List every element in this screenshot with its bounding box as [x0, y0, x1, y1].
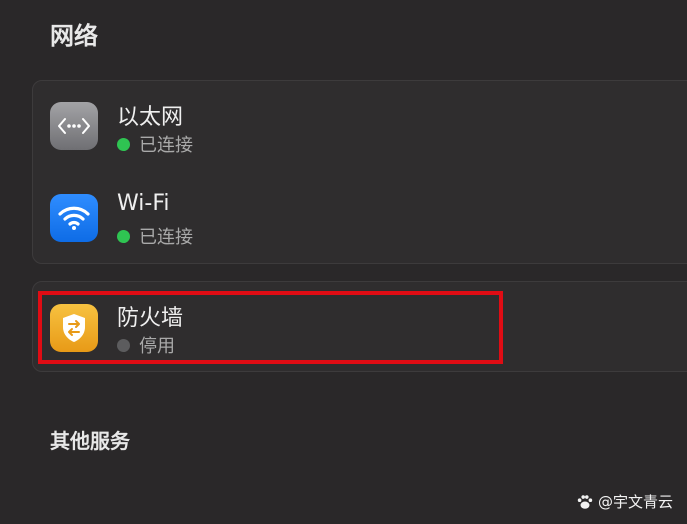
wifi-name: Wi-Fi	[117, 191, 170, 216]
wifi-status: 已连接	[117, 223, 193, 249]
wifi-icon	[50, 194, 98, 242]
status-connected-dot	[117, 229, 130, 243]
other-services-title: 其他服务	[50, 429, 130, 453]
watermark: @宇文青云	[576, 491, 673, 512]
network-item-wifi[interactable]: Wi-Fi 已连接	[33, 173, 687, 265]
ethernet-status: 已连接	[117, 131, 193, 157]
network-services-group: 以太网 已连接 Wi-Fi 已连接	[32, 80, 687, 264]
firewall-shield-icon	[50, 304, 98, 352]
ethernet-icon	[50, 102, 98, 150]
firewall-status: 停用	[117, 332, 175, 358]
network-settings-page: 网络 以太网 已连接 Wi-Fi 已连接 防火墙 停用 其他服务 @宇文青云	[0, 0, 687, 524]
firewall-name: 防火墙	[117, 306, 184, 331]
watermark-text: @宇文青云	[597, 493, 673, 511]
firewall-group: 防火墙 停用	[32, 281, 687, 372]
network-item-ethernet[interactable]: 以太网 已连接	[33, 81, 687, 173]
ethernet-name: 以太网	[117, 105, 184, 130]
wifi-status-text: 已连接	[139, 227, 193, 248]
paw-icon	[577, 494, 593, 509]
status-connected-dot	[117, 137, 130, 151]
firewall-status-text: 停用	[139, 336, 175, 357]
network-section-title: 网络	[50, 22, 98, 50]
status-disabled-dot	[117, 338, 130, 352]
ethernet-status-text: 已连接	[139, 135, 193, 156]
network-item-firewall[interactable]: 防火墙 停用	[33, 282, 687, 373]
